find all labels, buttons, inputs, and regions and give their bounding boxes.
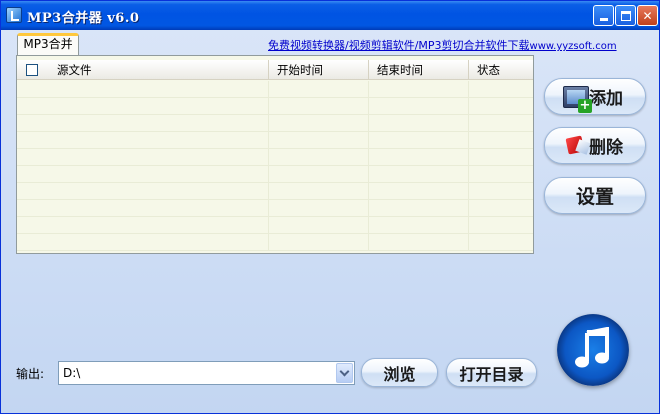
app-icon (6, 7, 22, 23)
empty-row (17, 200, 533, 217)
empty-row (17, 115, 533, 132)
promo-link[interactable]: 免费视频转换器/视频剪辑软件/MP3剪切合并软件下载www.yyzsoft.co… (268, 37, 617, 53)
output-path-value[interactable]: D:\ (63, 366, 80, 380)
minimize-button[interactable] (593, 5, 614, 26)
column-header-source[interactable]: 源文件 (47, 60, 269, 80)
settings-button[interactable]: 设置 (544, 177, 646, 214)
maximize-button[interactable] (615, 5, 636, 26)
open-directory-button-label: 打开目录 (459, 364, 524, 384)
music-note-glyph (575, 327, 609, 368)
browse-button[interactable]: 浏览 (361, 358, 438, 387)
close-icon: ✕ (642, 8, 653, 23)
browse-button-label: 浏览 (383, 364, 416, 384)
column-header-status[interactable]: 状态 (469, 60, 533, 80)
maximize-icon (620, 10, 631, 21)
delete-button[interactable]: 删除 (544, 127, 646, 164)
empty-row (17, 183, 533, 200)
add-button[interactable]: 添加 (544, 78, 646, 115)
add-video-icon (563, 86, 592, 113)
minimize-icon (599, 18, 608, 21)
combo-dropdown-button[interactable] (336, 363, 353, 383)
output-path-combobox[interactable]: D:\ (58, 361, 355, 385)
file-list-body[interactable] (17, 81, 533, 253)
empty-row (17, 217, 533, 234)
column-header-end[interactable]: 结束时间 (369, 60, 469, 80)
promo-domain[interactable]: www.yyzsoft.com (530, 41, 617, 52)
column-header-start[interactable]: 开始时间 (269, 60, 369, 80)
empty-row (17, 98, 533, 115)
tab-mp3-merge[interactable]: MP3合并 (17, 33, 79, 55)
delete-button-label: 删除 (589, 138, 623, 158)
main-window: MP3合并器 v6.0 ✕ MP3合并 免费视频转换器/视频剪辑软件/MP3剪切… (0, 0, 660, 414)
empty-row (17, 132, 533, 149)
empty-row (17, 166, 533, 183)
title-bar[interactable]: MP3合并器 v6.0 ✕ (1, 1, 659, 30)
file-list-panel: 源文件 开始时间 结束时间 状态 (16, 55, 534, 254)
chevron-down-icon (339, 366, 350, 376)
empty-row (17, 81, 533, 98)
output-label: 输出: (16, 367, 45, 381)
empty-row (17, 149, 533, 166)
delete-icon (565, 135, 589, 157)
file-list-header: 源文件 开始时间 结束时间 状态 (17, 60, 533, 80)
promo-link-text[interactable]: 免费视频转换器/视频剪辑软件/MP3剪切合并软件下载 (268, 39, 530, 52)
window-title: MP3合并器 v6.0 (27, 11, 140, 26)
settings-button-label: 设置 (575, 186, 614, 208)
add-button-label: 添加 (589, 89, 623, 109)
empty-row (17, 234, 533, 251)
header-check-cell (17, 60, 47, 80)
select-all-checkbox[interactable] (26, 64, 38, 76)
close-button[interactable]: ✕ (637, 5, 658, 26)
music-note-icon (557, 314, 629, 386)
open-directory-button[interactable]: 打开目录 (446, 358, 537, 387)
